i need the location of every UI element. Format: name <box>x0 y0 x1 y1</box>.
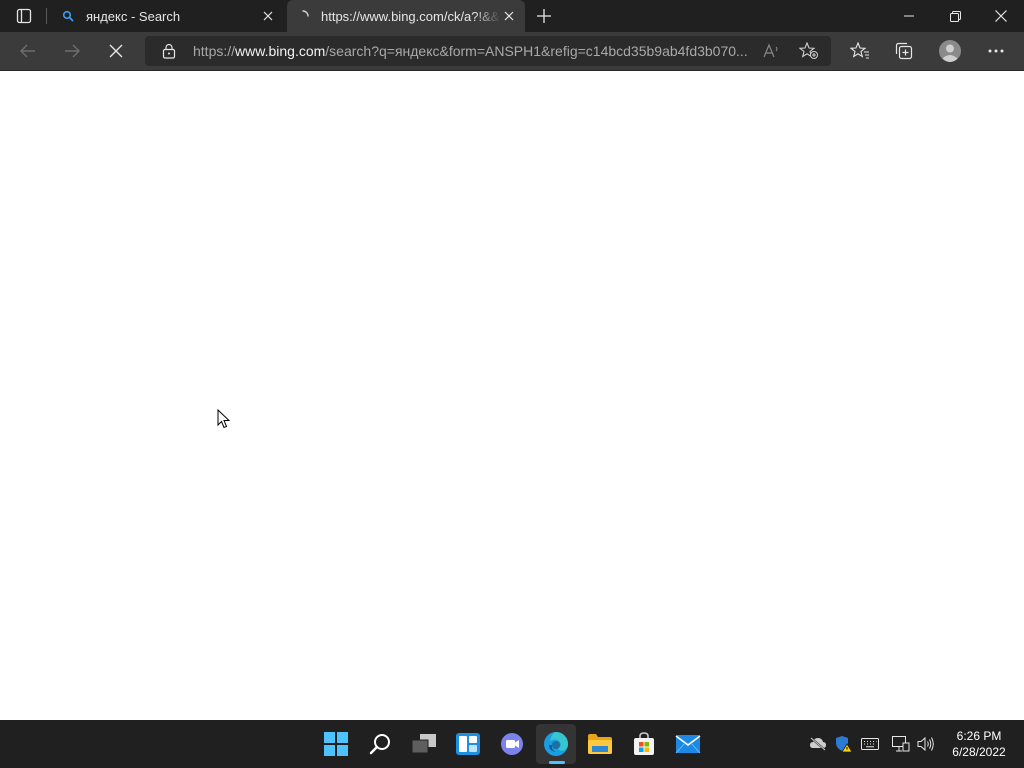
file-explorer-button[interactable] <box>580 724 620 764</box>
url-text[interactable]: https://www.bing.com/search?q=яндекс&for… <box>193 36 757 66</box>
browser-toolbar: https://www.bing.com/search?q=яндекс&for… <box>0 32 1024 71</box>
plus-icon <box>537 9 551 23</box>
start-button[interactable] <box>316 724 356 764</box>
stop-loading-button[interactable] <box>100 35 132 67</box>
store-bag-icon <box>634 732 654 755</box>
taskbar: 6:26 PM 6/28/2022 <box>0 720 1024 768</box>
teams-chat-icon <box>501 733 523 755</box>
mail-button[interactable] <box>668 724 708 764</box>
forward-arrow-icon <box>65 44 80 58</box>
clock-date: 6/28/2022 <box>952 745 1006 759</box>
task-view-button[interactable] <box>404 724 444 764</box>
add-favorite-icon[interactable] <box>799 42 819 60</box>
widgets-icon <box>456 733 480 755</box>
favorites-button[interactable] <box>844 35 876 67</box>
settings-more-button[interactable] <box>980 35 1012 67</box>
profile-button[interactable] <box>934 35 966 67</box>
close-tab-icon[interactable] <box>501 8 517 24</box>
volume-icon[interactable] <box>916 734 936 754</box>
lock-icon[interactable] <box>161 43 177 59</box>
tab-actions-icon <box>16 8 32 24</box>
tab-title: https://www.bing.com/ck/a?!&& <box>321 8 500 24</box>
stop-icon <box>109 44 123 58</box>
close-tab-icon[interactable] <box>260 8 276 24</box>
page-content[interactable] <box>0 71 1024 720</box>
tab-bing-redirect[interactable]: https://www.bing.com/ck/a?!&& <box>287 0 525 32</box>
folder-icon <box>588 734 612 754</box>
tab-strip: яндекс - Search https://www.bing.com/ck/… <box>0 0 1024 32</box>
back-arrow-icon <box>20 44 35 58</box>
tab-separator <box>46 8 47 24</box>
windows-security-warning-icon[interactable] <box>833 734 853 754</box>
more-icon <box>988 49 1004 53</box>
address-bar[interactable]: https://www.bing.com/search?q=яндекс&for… <box>145 36 831 66</box>
url-host: www.bing.com <box>235 43 326 59</box>
edge-icon <box>544 732 568 756</box>
tab-actions-button[interactable] <box>8 4 40 28</box>
new-tab-button[interactable] <box>533 4 555 28</box>
tab-yandex-search[interactable]: яндекс - Search <box>52 0 284 32</box>
url-path: /search?q=яндекс&form=ANSPH1&refig=c14bc… <box>325 43 748 59</box>
read-aloud-icon[interactable] <box>763 43 781 59</box>
minimize-icon <box>904 15 914 17</box>
edge-running-indicator <box>549 761 565 764</box>
network-icon[interactable] <box>891 734 911 754</box>
mail-icon <box>675 735 701 754</box>
collections-button[interactable] <box>888 35 920 67</box>
close-icon <box>995 10 1007 22</box>
mouse-cursor-icon <box>217 409 231 429</box>
avatar-icon <box>939 40 961 62</box>
chat-button[interactable] <box>492 724 532 764</box>
collections-icon <box>895 42 913 60</box>
bing-search-icon <box>60 8 76 24</box>
forward-button[interactable] <box>56 35 88 67</box>
taskbar-clock[interactable]: 6:26 PM 6/28/2022 <box>946 728 1012 760</box>
task-view-icon <box>411 734 436 754</box>
windows-logo-icon <box>324 732 348 756</box>
search-button[interactable] <box>360 724 400 764</box>
tab-title: яндекс - Search <box>86 8 181 24</box>
back-button[interactable] <box>12 35 44 67</box>
loading-icon <box>295 8 311 24</box>
edge-taskbar-button[interactable] <box>536 724 576 764</box>
clock-time: 6:26 PM <box>956 729 1002 743</box>
microsoft-store-button[interactable] <box>624 724 664 764</box>
onedrive-offline-icon[interactable] <box>808 734 828 754</box>
close-window-button[interactable] <box>978 0 1024 32</box>
restore-button[interactable] <box>932 0 978 32</box>
favorites-star-list-icon <box>850 42 869 59</box>
url-scheme: https:// <box>193 43 236 59</box>
search-icon <box>369 734 390 755</box>
minimize-button[interactable] <box>886 0 932 32</box>
restore-icon <box>949 10 961 22</box>
keyboard-icon[interactable] <box>860 734 880 754</box>
widgets-button[interactable] <box>448 724 488 764</box>
